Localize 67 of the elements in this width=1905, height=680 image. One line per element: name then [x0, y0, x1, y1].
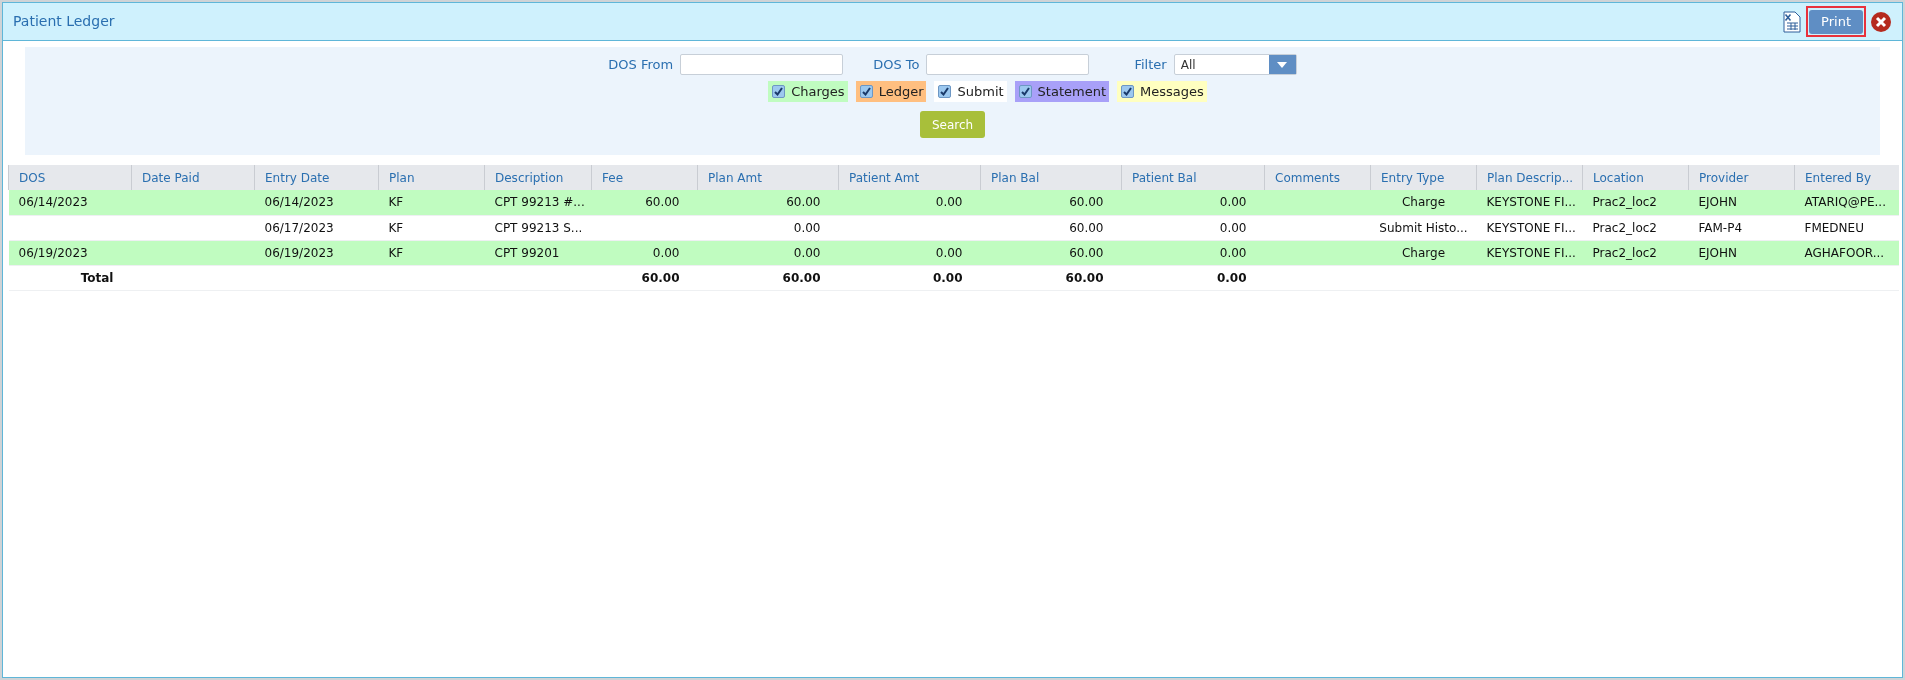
table-cell: EJOHN	[1688, 240, 1795, 265]
table-cell: EJOHN	[1688, 190, 1795, 215]
total-label: Total	[8, 265, 132, 290]
checkbox-label: Messages	[1140, 82, 1204, 101]
table-cell: 60.00	[697, 265, 839, 290]
print-button[interactable]: Print	[1809, 9, 1863, 34]
filter-dropdown[interactable]: All	[1173, 54, 1297, 75]
table-cell: ATARIQ@PE...	[1794, 190, 1899, 215]
table-cell: FAM-P4	[1688, 215, 1795, 240]
checkbox[interactable]	[1121, 85, 1135, 98]
date-field[interactable]	[680, 54, 844, 75]
table-cell: Prac2_loc2	[1582, 190, 1689, 215]
checkbox-label: Ledger	[878, 82, 924, 101]
checkbox[interactable]	[859, 85, 873, 98]
table-cell: 06/19/2023	[254, 240, 379, 265]
table-cell: AGHAFOOR...	[1794, 240, 1899, 265]
table-cell: 0.00	[591, 240, 698, 265]
table-cell: 60.00	[591, 190, 698, 215]
table-cell: 0.00	[1121, 190, 1265, 215]
checkbox-label: Charges	[791, 82, 845, 101]
table-cell: 06/17/2023	[254, 215, 379, 240]
table-cell: 60.00	[697, 190, 839, 215]
table-cell: CPT 99201	[484, 240, 592, 265]
caret-icon	[1277, 61, 1288, 68]
table-cell: 0.00	[1121, 215, 1265, 240]
field-label: DOS To	[873, 55, 920, 74]
table-cell: Charge	[1370, 190, 1477, 215]
excel-export-icon[interactable]	[1782, 10, 1803, 33]
table-cell: KF	[378, 240, 485, 265]
table-cell: KF	[378, 215, 485, 240]
table-cell: 0.00	[838, 240, 981, 265]
checkbox[interactable]	[1018, 85, 1032, 98]
table-cell: Submit Histo...	[1370, 215, 1477, 240]
checkbox[interactable]	[938, 85, 952, 98]
table-cell: 60.00	[591, 265, 698, 290]
table-cell: 60.00	[980, 265, 1122, 290]
checkbox-label: Statement	[1037, 82, 1107, 101]
table-cell: 0.00	[838, 265, 981, 290]
table-cell: FMEDNEU	[1794, 215, 1899, 240]
table-cell: 06/19/2023	[8, 240, 132, 265]
dropdown-value: All	[1179, 56, 1197, 74]
table-cell: 0.00	[697, 215, 839, 240]
table-cell: KEYSTONE FI...	[1476, 240, 1583, 265]
table-cell: CPT 99213 #...	[484, 190, 592, 215]
table-cell: 60.00	[980, 240, 1122, 265]
table-cell: KEYSTONE FI...	[1476, 215, 1583, 240]
checkbox[interactable]	[772, 85, 786, 98]
table-cell: Prac2_loc2	[1582, 240, 1689, 265]
table-cell: Charge	[1370, 240, 1477, 265]
table-cell: KF	[378, 190, 485, 215]
checkbox-label: Submit	[957, 82, 1004, 101]
table-cell: 06/14/2023	[254, 190, 379, 215]
table-cell: Prac2_loc2	[1582, 215, 1689, 240]
table-cell: 0.00	[1121, 265, 1265, 290]
table-cell: 60.00	[980, 215, 1122, 240]
table-cell: 0.00	[697, 240, 839, 265]
table-cell: 06/14/2023	[8, 190, 132, 215]
table-cell: KEYSTONE FI...	[1476, 190, 1583, 215]
close-icon[interactable]	[1870, 10, 1892, 33]
field-label: Filter	[1134, 55, 1167, 74]
table-cell: 60.00	[980, 190, 1122, 215]
table-cell: 0.00	[838, 190, 981, 215]
window-title: Patient Ledger	[13, 12, 115, 31]
table-cell: CPT 99213 S...	[484, 215, 592, 240]
date-field[interactable]	[926, 54, 1090, 75]
table-cell: 0.00	[1121, 240, 1265, 265]
field-label: DOS From	[608, 55, 674, 74]
